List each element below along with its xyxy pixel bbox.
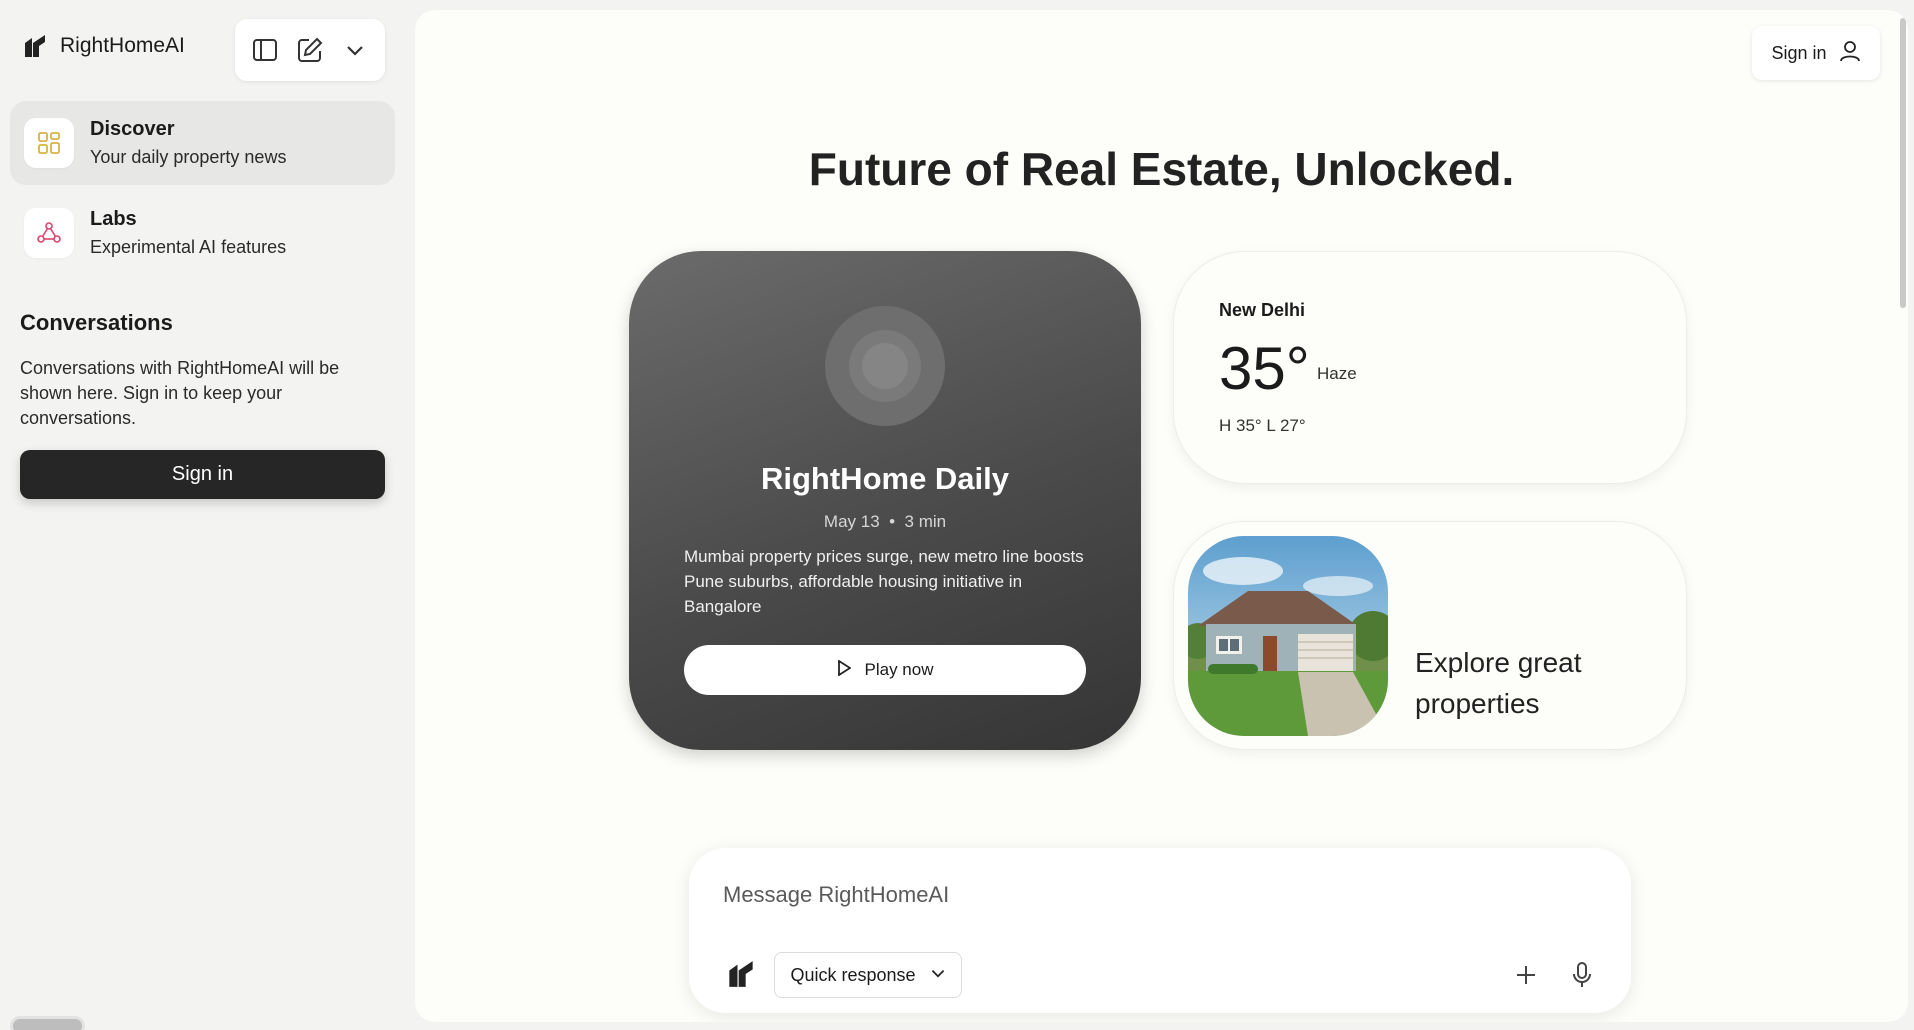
message-input[interactable]: [723, 878, 1583, 912]
house-image: [1188, 536, 1388, 736]
chat-composer: Quick response: [689, 848, 1631, 1013]
daily-meta: May 13 • 3 min: [629, 512, 1141, 532]
new-chat-icon[interactable]: [292, 32, 328, 68]
brand-logo-icon: [727, 960, 755, 993]
brand-logo-icon: [24, 34, 46, 58]
conversations-heading: Conversations: [20, 310, 173, 335]
conversations-description: Conversations with RightHomeAI will be s…: [20, 358, 340, 428]
chevron-down-icon[interactable]: [337, 32, 373, 68]
response-mode-label: Quick response: [790, 964, 916, 985]
sidebar-item-discover[interactable]: Discover Your daily property news: [10, 101, 395, 185]
labs-icon: [24, 208, 74, 258]
daily-duration: 3 min: [904, 512, 947, 531]
grid-icon: [24, 118, 74, 168]
sidebar: RightHomeAI Discover Your daily property…: [0, 0, 414, 1030]
explore-label: Explore great properties: [1415, 647, 1582, 719]
play-now-button[interactable]: Play now: [684, 645, 1086, 695]
user-icon: [1839, 40, 1861, 67]
main-scrollbar[interactable]: [1898, 10, 1908, 1022]
scrollbar-thumb[interactable]: [1900, 18, 1906, 308]
chevron-down-icon: [930, 965, 946, 986]
sidebar-item-subtitle: Experimental AI features: [90, 237, 287, 257]
sign-in-label: Sign in: [1771, 42, 1827, 63]
play-icon: [837, 658, 852, 681]
add-attachment-icon[interactable]: [1511, 960, 1541, 990]
sidebar-sign-in-button[interactable]: Sign in: [20, 450, 385, 499]
weather-card[interactable]: New Delhi 35° Haze H 35° L 27°: [1173, 251, 1687, 484]
daily-title: RightHome Daily: [760, 461, 1010, 496]
weather-condition: Haze: [1317, 364, 1357, 383]
sidebar-toggle-icon[interactable]: [247, 32, 283, 68]
sidebar-item-labs[interactable]: Labs Experimental AI features: [10, 191, 395, 275]
sidebar-item-subtitle: Your daily property news: [90, 147, 287, 167]
daily-description: Mumbai property prices surge, new metro …: [684, 547, 1084, 616]
weather-temperature: 35°: [1219, 335, 1310, 402]
profile-pill[interactable]: [10, 1016, 85, 1030]
main-panel: Sign in Future of Real Estate, Unlocked.…: [415, 10, 1908, 1022]
meta-separator: •: [889, 512, 896, 531]
brand[interactable]: RightHomeAI: [24, 34, 185, 58]
sidebar-toolbar: [235, 19, 385, 81]
podcast-artwork: [825, 306, 945, 426]
sidebar-item-title: Labs: [90, 208, 137, 230]
response-mode-dropdown[interactable]: Quick response: [774, 952, 962, 998]
weather-city: New Delhi: [1219, 300, 1306, 320]
daily-news-card[interactable]: RightHome Daily May 13 • 3 min Mumbai pr…: [629, 251, 1141, 750]
header-sign-in-button[interactable]: Sign in: [1752, 26, 1880, 80]
play-now-label: Play now: [864, 660, 934, 679]
brand-name: RightHomeAI: [60, 34, 185, 57]
daily-date: May 13: [823, 512, 880, 531]
weather-high-low: H 35° L 27°: [1219, 416, 1306, 435]
microphone-icon[interactable]: [1567, 960, 1597, 990]
explore-properties-card[interactable]: Explore great properties: [1173, 521, 1687, 750]
page-headline: Future of Real Estate, Unlocked.: [808, 143, 1515, 195]
sidebar-item-title: Discover: [90, 118, 175, 140]
